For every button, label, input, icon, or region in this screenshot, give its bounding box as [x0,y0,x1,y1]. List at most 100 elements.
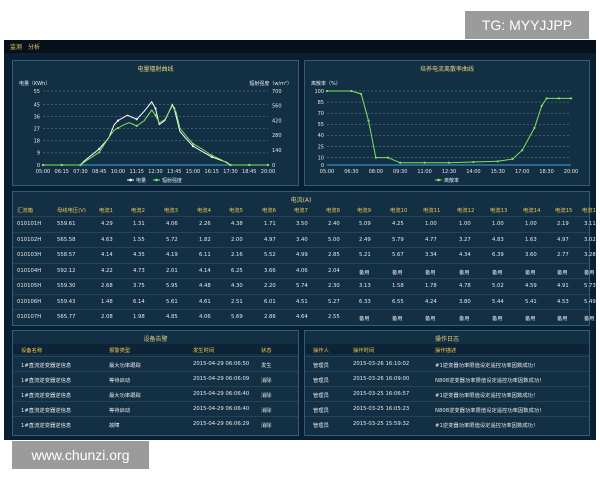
current-table-cell: 4.14 [199,267,211,274]
chart2-point [399,161,402,164]
current-table-cell: 3.50 [296,221,308,227]
current-table-cell: 备用 [359,316,370,322]
current-table-cell: 5.44 [492,298,504,305]
chart1-yright-tick: 420 [272,118,282,124]
chart1-xtick: 17:30 [223,169,237,175]
chart2-point [472,160,475,164]
chart1-series-line-0 [43,100,268,166]
current-table-row: 010102H 565.58 4.63 1.55 5.72 1.82 2.00 4.97 3.4… [13,231,596,247]
current-table-cell: 4.97 [264,236,276,243]
current-table-header-cell: 电流5 [229,208,243,214]
current-table-cell: 4.06 [199,314,211,320]
alarm-table-cell: 1#直流逆变器逆信息 [21,393,72,399]
current-table-cell: 565.77 [57,314,76,320]
current-table-cell: 5.79 [392,236,404,243]
current-table-header-cell: 电流1 [99,208,113,214]
current-table-cell: 1.58 [392,283,404,289]
watermark-bottom: www.chunzi.org [12,441,149,469]
current-table-cell: 3.02 [584,236,596,243]
current-table-cell: 5.69 [231,314,243,320]
current-table-cell: 1.00 [525,221,537,227]
current-table-cell: 4.97 [557,236,569,243]
current-table-cell: 4.22 [101,267,113,274]
current-table-cell: 2.85 [328,252,340,258]
current-table-header-cell: 电流9 [357,208,371,214]
current-table-cell: 4.14 [101,252,113,258]
current-table-cell: 5.49 [584,298,596,305]
chart1-xtick: 06:15 [55,169,69,175]
nav-item-analysis[interactable]: 分析 [28,42,40,51]
current-table-cell: 4.99 [296,252,308,258]
current-table-cell: 5.02 [492,283,504,289]
current-table-header-cell: 电流16 [582,208,596,214]
chart2-xtick: 06:30 [344,169,358,175]
current-table-cell: 559.61 [57,221,76,227]
chart1-point [98,147,101,150]
current-table-cell: 4.48 [199,283,211,289]
current-table-cell: 4.51 [296,298,308,305]
current-table-header-cell: 电流2 [131,208,145,214]
chart1-yright-tick: 0 [272,163,275,169]
log-table-cell: #1逆变器功率限值设定遥控功率因数成功！ [435,363,539,369]
legend-radiation: 辐射强度 [162,177,182,184]
current-table-cell: 6.11 [199,252,211,258]
current-table-cell: 5.21 [359,252,371,258]
alarm-table-cell: 1#直流逆变器逆信息 [21,378,72,384]
current-table-cell: 3.34 [425,252,437,258]
current-table-cell: 6.33 [359,298,371,305]
chart1-yleft-tick: 0 [37,163,40,169]
chart1-xtick: 15:00 [186,169,200,175]
log-table-cell: 管理员 [313,378,329,384]
log-table-cell: N808逆变器功率限值设定遥控功率因数成功！ [435,378,545,384]
chart2-point [386,156,390,159]
current-table-cell: 备用 [425,269,436,276]
alarm-table-row: 1#直流逆变器逆信息 等待启动 2015-04-29 06:06:09 消除 [13,371,298,386]
log-table: 操作人 操作时间 操作描述 管理员 2015-03-26 16:10:02 #1逆变器功率… [305,344,589,434]
current-table-header-cell: 电流7 [294,208,308,214]
current-table-cell: 6.55 [392,298,404,305]
chart2-series-line [327,90,571,164]
current-table-cell: 4.35 [133,252,145,258]
chart2-ytick: 40 [318,133,324,139]
current-table-header-cell: 母线电压(V) [57,208,86,214]
current-table-cell: 1.78 [425,283,437,289]
log-table-header-cell: 操作时间 [353,348,375,354]
chart1-point [229,163,232,167]
chart1-yright-label: 辐射强度（w/m²） [249,80,292,87]
current-table-cell: 2.30 [328,283,340,289]
log-table-cell: 2015-03-25 15:59:32 [353,421,410,427]
current-table-cell: 2.68 [101,283,113,289]
chart2-yleft-label: 离散率（%） [311,80,341,87]
chart1-xtick: 08:45 [92,169,106,175]
alarm-table-row: 1#直流逆变器逆信息 故障 2015-04-29 06:06:29 消除 [13,416,298,431]
current-table-cell: 6.25 [231,267,243,274]
chart1-xtick: 12:30 [148,169,162,175]
chart1-xtick: 16:15 [205,169,219,175]
current-table-cell: 2.40 [328,221,340,227]
log-table-cell: 管理员 [313,393,329,399]
current-table-cell: 5.61 [166,298,178,305]
alarm-table: 设备名称 报警类型 发生时间 状态 1#直流逆变器逆信息 最大功率跟踪 2015-04-29… [13,344,298,434]
log-table-cell: 2015-03-25 16:05:23 [353,406,410,412]
chart1-xtick: 18:45 [242,169,256,175]
current-table-header-cell: 电流12 [457,208,475,214]
chart2-point [325,89,329,93]
chart1-point [116,126,120,130]
current-table-cell: 4.73 [133,267,145,274]
chart2-xtick: 18:30 [539,169,553,175]
energy-radiation-panel: 电量辐射曲线 电量（KWh） 辐射强度（w/m²） 0 9 18 27 36 45 55 0 1… [12,60,299,186]
current-table-cell: 4.53 [557,298,569,305]
alarm-table-cell: 消除 [261,378,272,384]
current-table-cell: 1.82 [199,236,211,243]
log-table-cell: 管理员 [313,363,329,369]
current-table-cell: 备用 [584,316,595,322]
chart2-xtick: 14:00 [466,169,480,175]
nav-item-monitor[interactable]: 监测 [10,42,22,51]
current-table-cell: 4.30 [231,283,243,289]
current-table-cell: 010106H [17,298,42,305]
current-table-cell: 559.30 [57,283,76,289]
current-table-cell: 4.29 [101,221,113,227]
current-table-cell: 2.16 [231,252,243,258]
chart2-point [545,97,548,100]
current-table-cell: 5.41 [525,298,537,305]
